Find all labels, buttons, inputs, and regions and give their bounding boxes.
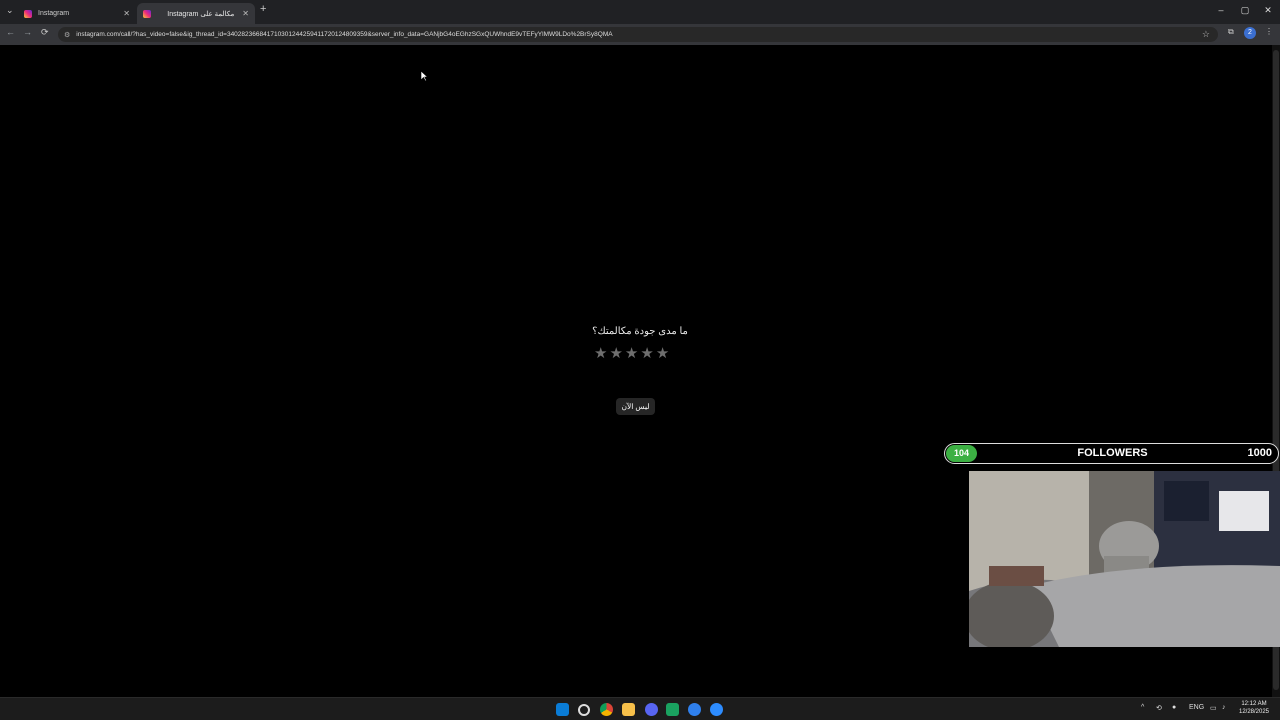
start-icon[interactable]: [556, 703, 569, 716]
close-icon[interactable]: ✕: [242, 9, 249, 18]
bookmark-star-icon[interactable]: ☆: [1202, 29, 1210, 40]
browser-icon[interactable]: [688, 703, 701, 716]
avatar[interactable]: 2: [1244, 27, 1256, 39]
followers-label: FOLLOWERS: [1077, 447, 1148, 459]
tab-label: Instagram مكالمة على: [167, 10, 235, 18]
instagram-icon: [143, 9, 151, 18]
followers-count-badge: 104: [946, 445, 977, 462]
webcam-feed: [969, 471, 1280, 647]
volume-icon[interactable]: ♪: [1222, 704, 1226, 711]
tab-search-icon[interactable]: ⌄: [6, 5, 14, 16]
rating-question: ما مدى جودة مكالمتك؟: [592, 326, 688, 337]
language-indicator[interactable]: ENG: [1189, 704, 1204, 711]
followers-goal: 1000: [1247, 447, 1272, 459]
url-text[interactable]: instagram.com/call/?has_video=false&ig_t…: [76, 31, 612, 38]
tab-label: Instagram: [38, 10, 70, 17]
maximize-button[interactable]: ▢: [1235, 5, 1255, 16]
tab-instagram-call[interactable]: Instagram مكالمة على ✕: [137, 3, 255, 24]
minimize-button[interactable]: –: [1211, 5, 1231, 15]
followers-goal-bar: 104 FOLLOWERS 1000: [944, 443, 1279, 464]
close-window-button[interactable]: ✕: [1258, 5, 1278, 16]
chrome-icon[interactable]: [600, 703, 613, 716]
not-now-button[interactable]: ليس الآن: [616, 398, 655, 415]
address-bar[interactable]: ⚙ instagram.com/call/?has_video=false&ig…: [58, 27, 1218, 42]
star-1-icon[interactable]: ★: [594, 344, 607, 362]
chevron-up-icon[interactable]: ^: [1141, 704, 1144, 711]
webcam-image: [969, 471, 1280, 647]
spotify-icon[interactable]: [666, 703, 679, 716]
clock-date: 12/28/2025: [1238, 709, 1270, 715]
clock-time: 12:12 AM: [1241, 701, 1267, 707]
star-4-icon[interactable]: ★: [640, 344, 653, 362]
close-icon[interactable]: ✕: [123, 9, 130, 18]
file-explorer-icon[interactable]: [622, 703, 635, 716]
clock[interactable]: 12:12 AM 12/28/2025: [1232, 700, 1276, 716]
star-5-icon[interactable]: ★: [656, 344, 669, 362]
search-icon[interactable]: [578, 704, 590, 716]
star-rating[interactable]: ★ ★ ★ ★ ★: [594, 344, 669, 362]
zoom-icon[interactable]: [710, 703, 723, 716]
sync-icon[interactable]: ⟲: [1156, 704, 1162, 712]
forward-button[interactable]: →: [23, 27, 32, 37]
star-3-icon[interactable]: ★: [625, 344, 638, 362]
back-button[interactable]: ←: [6, 27, 15, 37]
microphone-icon[interactable]: ●: [1172, 704, 1176, 711]
instagram-icon: [24, 9, 32, 18]
reload-button[interactable]: ⟳: [41, 27, 49, 38]
tab-instagram[interactable]: Instagram ✕: [18, 3, 136, 24]
extensions-icon[interactable]: ⧉: [1228, 27, 1234, 37]
discord-icon[interactable]: [645, 703, 658, 716]
menu-icon[interactable]: ⋮: [1265, 27, 1273, 36]
new-tab-button[interactable]: +: [260, 3, 266, 15]
tab-strip: ⌄ Instagram ✕ Instagram مكالمة على ✕ + –…: [0, 0, 1280, 24]
star-2-icon[interactable]: ★: [609, 344, 622, 362]
mouse-cursor-icon: [420, 70, 428, 82]
taskbar: ^ ⟲ ● ENG ▭ ♪ 12:12 AM 12/28/2025: [0, 697, 1280, 720]
site-info-icon[interactable]: ⚙: [64, 31, 70, 39]
network-icon[interactable]: ▭: [1210, 704, 1217, 712]
browser-toolbar: ← → ⟳ ⚙ instagram.com/call/?has_video=fa…: [0, 24, 1280, 45]
